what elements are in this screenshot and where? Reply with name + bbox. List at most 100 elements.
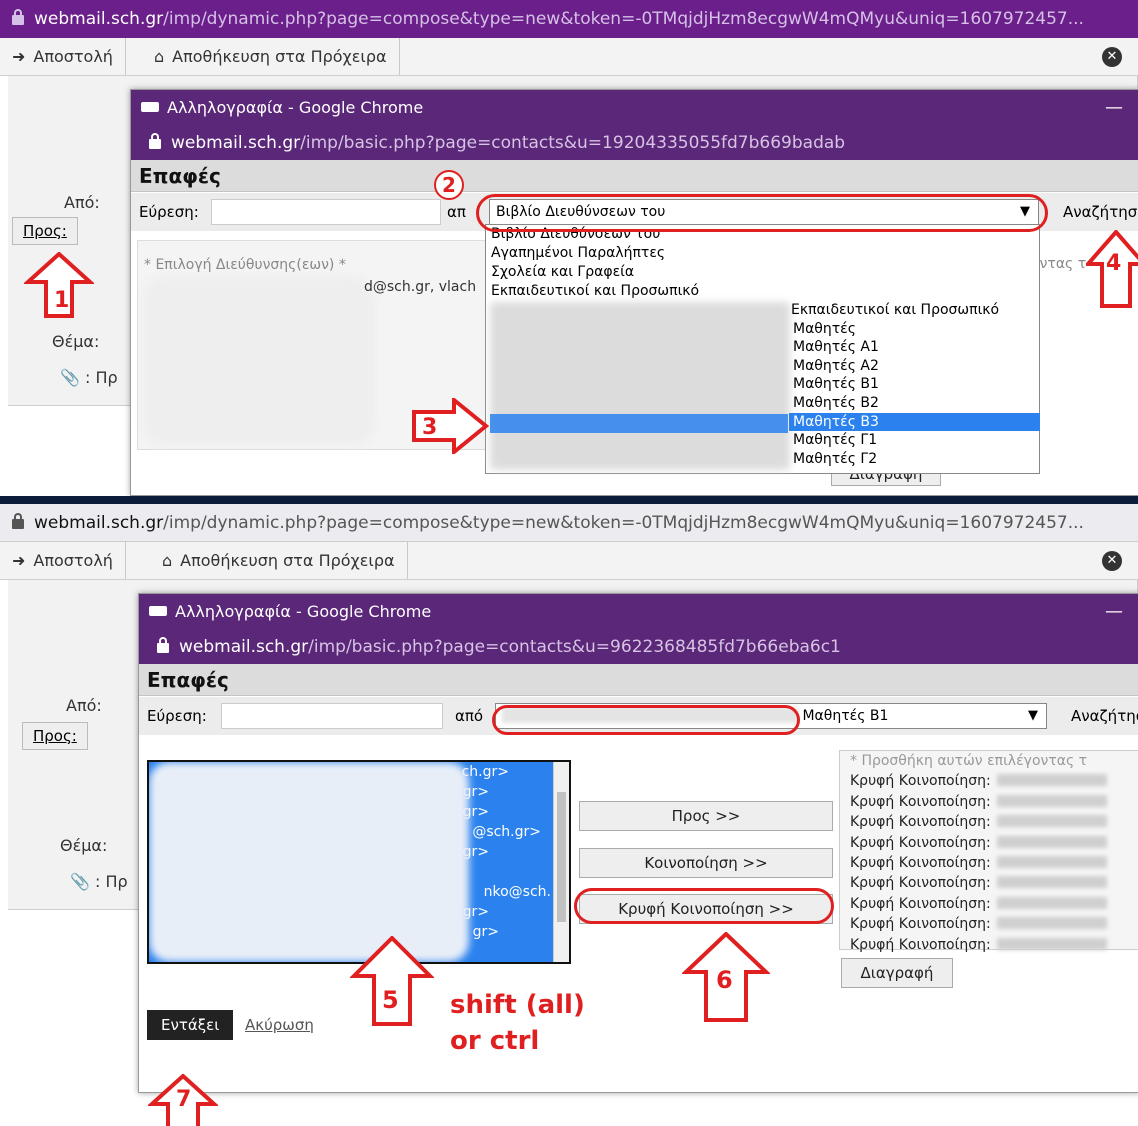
recipient-prefix: Κρυφή Κοινοποίηση: [850, 875, 991, 892]
lock-icon [157, 637, 169, 653]
dropdown-option[interactable]: Μαθητές [789, 320, 1040, 339]
attach-label: Πρ [105, 872, 128, 891]
arrow-right-icon: 3 [412, 398, 490, 454]
save-draft-button[interactable]: ⌂ Αποθήκευση στα Πρόχειρα [142, 38, 400, 75]
annotation-circle-bcc [574, 888, 834, 924]
recipient-prefix: Κρυφή Κοινοποίηση: [850, 936, 991, 953]
divider [0, 496, 1138, 504]
popup-address-bar[interactable]: webmail.sch.gr/imp/basic.php?page=contac… [139, 630, 1138, 664]
recipient-row[interactable]: Κρυφή Κοινοποίηση: [840, 792, 1138, 812]
scroll-thumb[interactable] [557, 792, 566, 922]
dropdown-option[interactable]: Μαθητές Α2 [789, 357, 1040, 376]
arrow-up-icon: 7 [148, 1074, 218, 1126]
arrow-up-icon: 5 [350, 936, 434, 1026]
blurred-recipient [996, 937, 1107, 950]
dropdown-option[interactable]: Εκπαιδευτικοί και Προσωπικό [486, 282, 1039, 301]
find-label: Εύρεση: [139, 203, 199, 221]
attach-row[interactable]: 📎 : Πρ [70, 872, 128, 891]
to-button[interactable]: Προς: [22, 722, 88, 750]
dropdown-option[interactable]: Μαθητές Γ1 [789, 431, 1040, 450]
cc-add-button[interactable]: Κοινοποίηση >> [579, 848, 833, 878]
contacts-header: Επαφές [131, 160, 1138, 192]
to-add-button[interactable]: Προς >> [579, 801, 833, 831]
annotation-number: 1 [54, 288, 69, 313]
compose-toolbar: ➜ Αποστολή ⌂ Αποθήκευση στα Πρόχειρα ✕ [0, 542, 1138, 580]
delete-button[interactable]: Διαγραφή [841, 958, 953, 988]
recipient-prefix: Κρυφή Κοινοποίηση: [850, 895, 991, 912]
popup-url-path: /imp/basic.php?page=contacts&u=962236848… [308, 637, 841, 657]
cancel-link[interactable]: Ακύρωση [245, 1016, 314, 1034]
search-button[interactable]: Αναζήτησ [1063, 203, 1137, 221]
search-input[interactable] [221, 703, 443, 729]
close-icon[interactable]: ✕ [1102, 47, 1122, 67]
arrow-right-icon: ➜ [12, 47, 26, 66]
listbox-scrollbar[interactable] [553, 762, 569, 962]
from-label: Από: [66, 696, 102, 715]
send-button[interactable]: ➜ Αποστολή [0, 38, 126, 75]
save-draft-button[interactable]: ⌂ Αποθήκευση στα Πρόχειρα [150, 542, 408, 579]
blurred-names [149, 762, 469, 962]
dropdown-option[interactable]: Αγαπημένοι Παραλήπτες [486, 244, 1039, 263]
save-draft-label: Αποθήκευση στα Πρόχειρα [172, 47, 387, 66]
dropdown-group-list: Εκπαιδευτικοί και Προσωπικό Μαθητές Μαθη… [789, 301, 1040, 468]
chevron-down-icon: ▼ [1028, 708, 1038, 723]
bottom-screenshot: webmail.sch.gr/imp/dynamic.php?page=comp… [0, 504, 1138, 1126]
annotation-circle-select [492, 705, 800, 735]
arrow-right-icon: ➜ [12, 551, 26, 570]
recipient-row[interactable]: Κρυφή Κοινοποίηση: [840, 853, 1138, 873]
contacts-listbox[interactable]: ch.gr> h.gr> h.gr> @sch.gr> @sch.gr> nko… [147, 760, 571, 964]
recipient-row[interactable]: Κρυφή Κοινοποίηση: [840, 935, 1138, 955]
search-button[interactable]: Αναζήτησ [1071, 707, 1138, 725]
dropdown-option[interactable]: Μαθητές Α1 [789, 338, 1040, 357]
recipient-row[interactable]: Κρυφή Κοινοποίηση: [840, 873, 1138, 893]
dropdown-option[interactable]: Σχολεία και Γραφεία [486, 263, 1039, 282]
lock-icon [12, 9, 24, 25]
blurred-recipient [996, 855, 1107, 868]
popup-title: Αλληλογραφία - Google Chrome [167, 98, 424, 117]
attach-row[interactable]: 📎 : Πρ [60, 368, 118, 387]
hint-text-line2: or ctrl [450, 1026, 540, 1056]
recipient-prefix: Κρυφή Κοινοποίηση: [850, 793, 991, 810]
address-bar[interactable]: webmail.sch.gr/imp/dynamic.php?page=comp… [0, 0, 1138, 38]
annotation-number: 6 [716, 966, 733, 994]
recipient-row[interactable]: Κρυφή Κοινοποίηση: [840, 894, 1138, 914]
dropdown-option[interactable]: Μαθητές Β1 [789, 375, 1040, 394]
address-bar[interactable]: webmail.sch.gr/imp/dynamic.php?page=comp… [0, 504, 1138, 542]
popup-titlebar: Αλληλογραφία - Google Chrome — [139, 594, 1138, 630]
minimize-icon[interactable]: — [1105, 594, 1123, 630]
dropdown-option[interactable]: Εκπαιδευτικοί και Προσωπικό [789, 301, 1040, 320]
add-label: * Προσθήκη αυτών επιλέγοντας τ [850, 753, 1088, 769]
recipient-row[interactable]: Κρυφή Κοινοποίηση: [840, 812, 1138, 832]
tray-icon: ⌂ [162, 551, 173, 570]
popup-title: Αλληλογραφία - Google Chrome [175, 602, 432, 621]
mail-app-icon [141, 102, 159, 112]
recipient-prefix: Κρυφή Κοινοποίηση: [850, 916, 991, 933]
recipient-rows: Κρυφή Κοινοποίηση: Κρυφή Κοινοποίηση: Κρυφ… [840, 771, 1138, 955]
contacts-popup: Αλληλογραφία - Google Chrome — webmail.sc… [138, 593, 1138, 1093]
dropdown-option-selected[interactable]: Μαθητές Β3 [789, 412, 1040, 432]
close-icon[interactable]: ✕ [1102, 551, 1122, 571]
popup-url-path: /imp/basic.php?page=contacts&u=192043350… [300, 133, 846, 153]
popup-address-bar[interactable]: webmail.sch.gr/imp/basic.php?page=contac… [131, 126, 1138, 160]
recipient-row[interactable]: Κρυφή Κοινοποίηση: [840, 833, 1138, 853]
dropdown-option[interactable]: Μαθητές Β2 [789, 394, 1040, 413]
send-button[interactable]: ➜ Αποστολή [0, 542, 126, 579]
blurred-recipient [996, 896, 1107, 909]
recipient-row[interactable]: Κρυφή Κοινοποίηση: [840, 771, 1138, 791]
popup-url-host: webmail.sch.gr [179, 637, 309, 657]
blurred-recipient [996, 835, 1107, 848]
from-source-label: από [455, 707, 484, 725]
save-draft-label: Αποθήκευση στα Πρόχειρα [180, 551, 395, 570]
popup-url-host: webmail.sch.gr [171, 133, 301, 153]
recipient-list[interactable]: * Προσθήκη αυτών επιλέγοντας τ Κρυφή Κοι… [839, 750, 1138, 953]
minimize-icon[interactable]: — [1105, 90, 1123, 126]
to-button[interactable]: Προς: [12, 217, 78, 245]
address-pick-label: * Επιλογή Διεύθυνσης(εων) * [144, 257, 346, 273]
recipient-row[interactable]: Κρυφή Κοινοποίηση: [840, 914, 1138, 934]
ok-button[interactable]: Εντάξει [147, 1010, 234, 1040]
dropdown-option[interactable]: Μαθητές Γ2 [789, 450, 1040, 469]
search-input[interactable] [211, 199, 441, 225]
send-label: Αποστολή [33, 551, 113, 570]
from-source-label: απ [447, 203, 466, 221]
recipient-prefix: Κρυφή Κοινοποίηση: [850, 773, 991, 790]
